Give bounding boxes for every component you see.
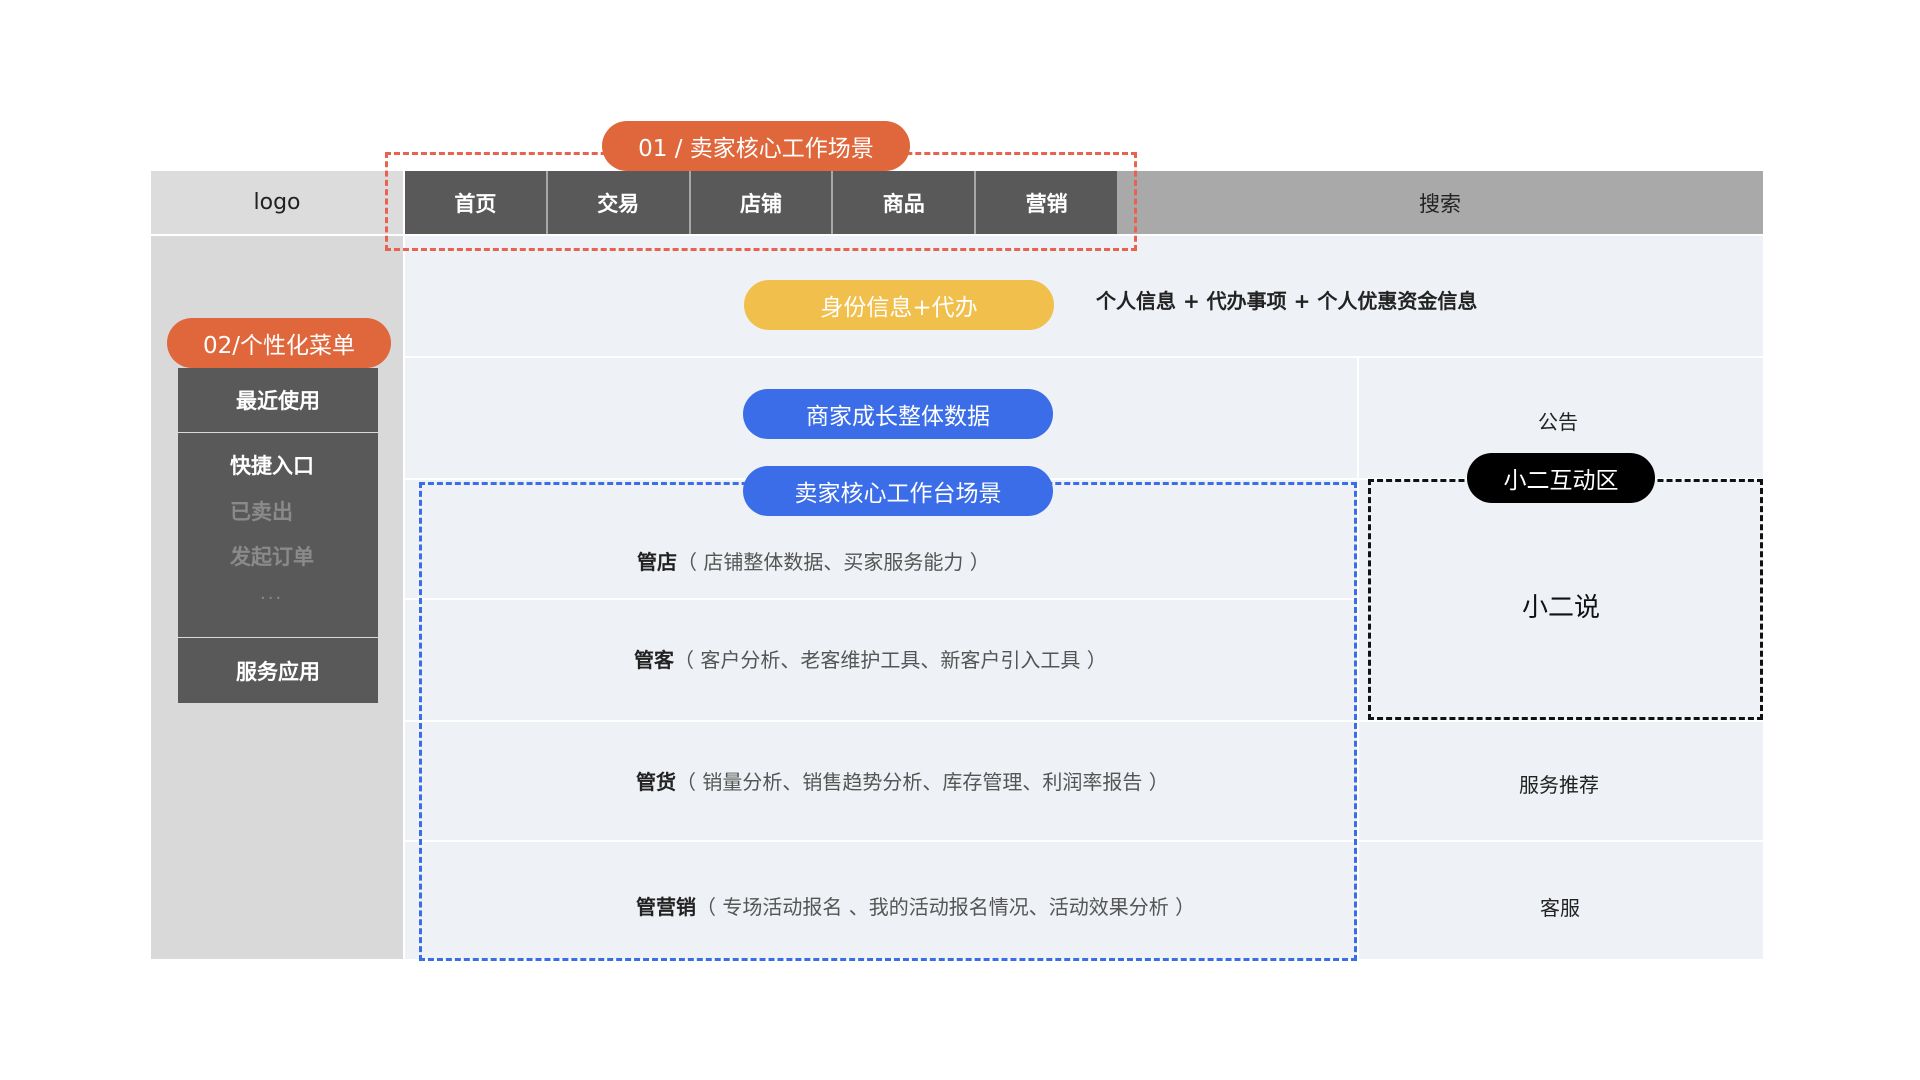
quick-entry-create-order[interactable]: 发起订单 [230, 541, 314, 571]
callout-growth-data: 商家成长整体数据 [743, 389, 1053, 439]
logo[interactable]: logo [151, 171, 403, 234]
notice-label[interactable]: 公告 [1538, 406, 1578, 435]
callout-xiaoer-interact: 小二互动区 [1467, 453, 1655, 503]
workbench-highlight-frame [419, 482, 1357, 961]
callout-identity-todo: 身份信息+代办 [744, 280, 1054, 330]
identity-description: 个人信息 + 代办事项 + 个人优惠资金信息 [1096, 289, 1478, 313]
search-area[interactable]: 搜索 [1117, 171, 1763, 234]
menu-service-apps[interactable]: 服务应用 [178, 638, 378, 703]
callout-seller-core-scene: 01 / 卖家核心工作场景 [602, 121, 910, 171]
xiaoer-says-label: 小二说 [1522, 593, 1601, 623]
service-recommend-label[interactable]: 服务推荐 [1519, 769, 1599, 798]
callout-workbench-scene: 卖家核心工作台场景 [743, 466, 1053, 516]
callout-personal-menu: 02/个性化菜单 [167, 318, 391, 368]
quick-entry-title[interactable]: 快捷入口 [230, 450, 314, 480]
menu-recent-used[interactable]: 最近使用 [178, 368, 378, 432]
quick-entry-more[interactable]: ... [260, 583, 283, 604]
identity-row [405, 236, 1763, 356]
customer-service-label[interactable]: 客服 [1540, 892, 1580, 921]
quick-entry-sold[interactable]: 已卖出 [230, 496, 293, 526]
